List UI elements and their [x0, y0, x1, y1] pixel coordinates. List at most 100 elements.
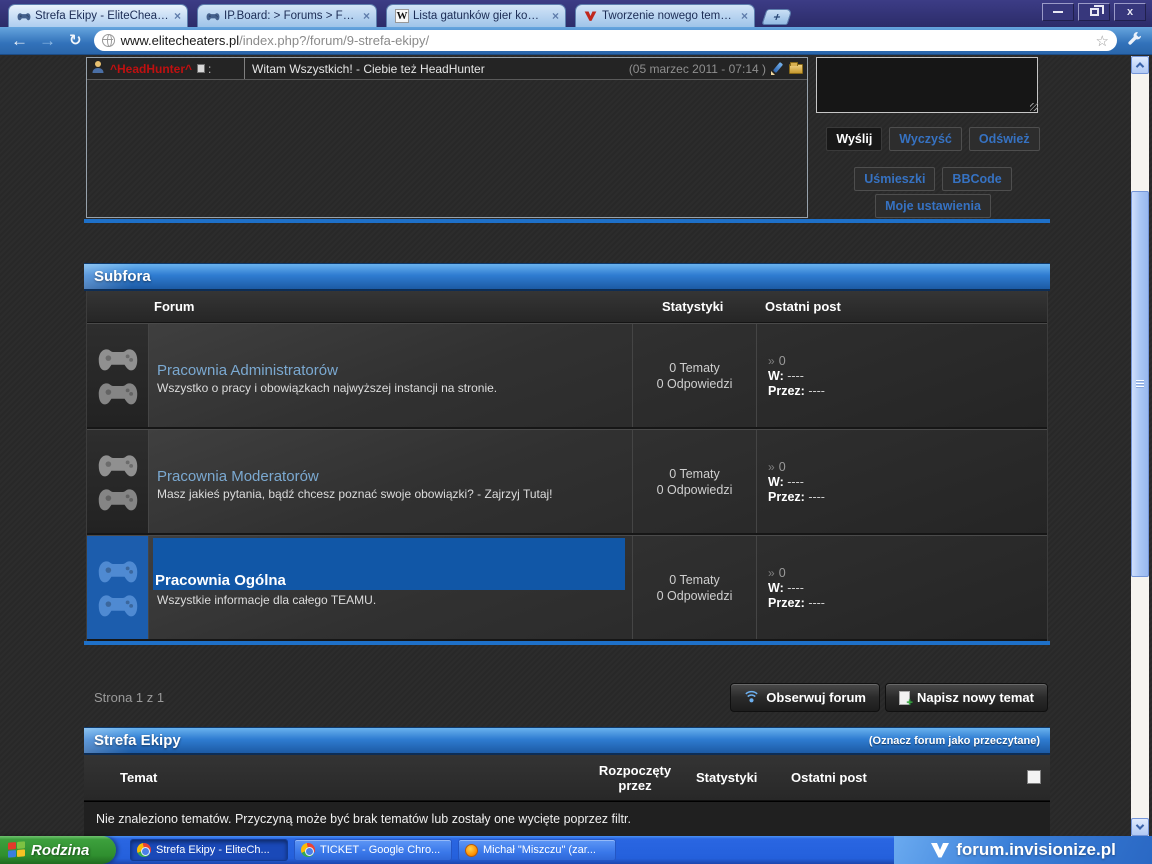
forum-lastpost-cell: »0 W: ---- Przez: ----: [757, 430, 1047, 533]
last-post-count: 0: [779, 354, 786, 368]
forum-icon-cell: [87, 430, 149, 533]
selection-highlight: Pracownia Ogólna: [153, 538, 625, 590]
bookmark-star-icon[interactable]: ☆: [1096, 32, 1109, 50]
shoutbox-panel: Wyślij Wyczyść Odśwież Uśmieszki BBCode …: [816, 56, 1050, 218]
topics-count: 0 Tematy: [669, 466, 720, 482]
my-settings-button[interactable]: Moje ustawienia: [875, 194, 991, 218]
window-controls: x: [1042, 3, 1146, 21]
shout-author-link[interactable]: ^HeadHunter^: [110, 62, 192, 76]
tab-close-icon[interactable]: ×: [174, 11, 181, 21]
new-page-icon: [899, 691, 910, 705]
forum-description: Wszystkie informacje dla całego TEAMU.: [157, 593, 622, 607]
smilies-button[interactable]: Uśmieszki: [854, 167, 935, 191]
forward-button[interactable]: →: [39, 31, 56, 51]
back-button[interactable]: ←: [11, 31, 28, 51]
scrollbar-thumb[interactable]: [1131, 191, 1149, 577]
chevron-up-icon: [1136, 62, 1144, 70]
chrome-icon: [301, 843, 315, 857]
page-scrollbar[interactable]: [1131, 56, 1149, 836]
forum-description: Wszystko o pracy i obowiązkach najwyższe…: [157, 381, 622, 395]
tab-title: Strefa Ekipy - EliteCheater...: [35, 10, 170, 22]
member-icon: [91, 60, 105, 77]
reload-button[interactable]: ↻: [69, 31, 82, 51]
in-label: W:: [768, 475, 784, 489]
watch-forum-button[interactable]: Obserwuj forum: [730, 683, 880, 712]
wrench-menu-icon[interactable]: [1127, 31, 1142, 51]
bbcode-button[interactable]: BBCode: [942, 167, 1011, 191]
new-topic-button[interactable]: Napisz nowy temat: [885, 683, 1048, 712]
forum-link[interactable]: Pracownia Administratorów: [157, 362, 622, 379]
shoutbox-list: ^HeadHunter^ : Witam Wszystkich! - Ciebi…: [86, 57, 808, 218]
archive-folder-icon[interactable]: [789, 64, 803, 74]
send-shout-button[interactable]: Wyślij: [826, 127, 882, 151]
column-topic: Temat: [120, 770, 157, 785]
forum-icon-cell: [87, 324, 149, 427]
column-stats: Statystyki: [662, 299, 723, 314]
section-divider: [84, 641, 1050, 645]
forum-lastpost-cell: »0 W: ---- Przez: ----: [757, 324, 1047, 427]
forum-row-moderatorzy[interactable]: Pracownia Moderatorów Masz jakieś pytani…: [87, 429, 1047, 535]
scroll-down-button[interactable]: [1131, 818, 1149, 836]
scroll-up-button[interactable]: [1131, 56, 1149, 74]
forum-main-cell: Pracownia Administratorów Wszystko o pra…: [149, 324, 632, 427]
shout-row: ^HeadHunter^ : Witam Wszystkich! - Ciebi…: [87, 58, 807, 80]
double-arrow-icon: »: [768, 460, 775, 474]
invisionize-watermark[interactable]: forum.invisionize.pl: [894, 836, 1152, 864]
tab-close-icon[interactable]: ×: [741, 11, 748, 21]
radar-icon: [744, 690, 759, 705]
gamepad-favicon-icon: [17, 9, 31, 23]
globe-icon: [102, 34, 115, 47]
start-button[interactable]: Rodzina: [0, 836, 116, 864]
in-value: ----: [787, 369, 804, 383]
forum-row-ogolna[interactable]: Pracownia Ogólna Wszystkie informacje dl…: [87, 535, 1047, 641]
gamepad-icon: [97, 378, 139, 408]
tab-close-icon[interactable]: ×: [363, 11, 370, 21]
taskbar-item-ticket[interactable]: TICKET - Google Chro...: [294, 839, 452, 861]
taskbar: Rodzina Strefa Ekipy - EliteCh... TICKET…: [0, 836, 1152, 864]
url-path: /index.php?/forum/9-strefa-ekipy/: [239, 33, 429, 48]
invision-logo-icon: [930, 842, 950, 858]
forum-link[interactable]: Pracownia Ogólna: [155, 572, 286, 589]
forum-row-administratorzy[interactable]: Pracownia Administratorów Wszystko o pra…: [87, 323, 1047, 429]
tab-wikipedia[interactable]: W Lista gatunków gier komput... ×: [386, 4, 566, 27]
taskbar-item-strefa-ekipy[interactable]: Strefa Ekipy - EliteCh...: [130, 839, 288, 861]
shout-input[interactable]: [816, 57, 1038, 113]
topics-section: Strefa Ekipy (Oznacz forum jako przeczyt…: [84, 727, 1050, 836]
gamepad-icon: [97, 484, 139, 514]
textarea-resize-grip[interactable]: [1030, 103, 1038, 111]
shout-message: Witam Wszystkich! - Ciebie też HeadHunte…: [245, 62, 629, 76]
url-host: www.elitecheaters.pl: [121, 33, 240, 48]
gamepad-icon: [97, 556, 139, 586]
forum-stats-cell: 0 Tematy 0 Odpowiedzi: [632, 430, 757, 533]
address-bar[interactable]: www.elitecheaters.pl/index.php?/forum/9-…: [94, 30, 1117, 51]
clear-shout-button[interactable]: Wyczyść: [889, 127, 962, 151]
tab-strefa-ekipy[interactable]: Strefa Ekipy - EliteCheater... ×: [8, 4, 188, 27]
tab-new-topic[interactable]: Tworzenie nowego tematu ... ×: [575, 4, 755, 27]
forum-link[interactable]: Pracownia Moderatorów: [157, 468, 622, 485]
forum-main-cell: Pracownia Ogólna Wszystkie informacje dl…: [149, 536, 632, 639]
edit-shout-icon[interactable]: [771, 62, 784, 75]
gamepad-icon: [97, 590, 139, 620]
close-button[interactable]: x: [1114, 3, 1146, 21]
chevron-down-icon: [1136, 821, 1144, 829]
forum-lastpost-cell: »0 W: ---- Przez: ----: [757, 536, 1047, 639]
permalink-icon[interactable]: [197, 64, 205, 73]
refresh-shout-button[interactable]: Odśwież: [969, 127, 1040, 151]
in-label: W:: [768, 369, 784, 383]
new-topic-label: Napisz nowy temat: [917, 690, 1034, 705]
restore-button[interactable]: [1078, 3, 1110, 21]
tab-ipboard[interactable]: IP.Board: > Forums > Foru... ×: [197, 4, 377, 27]
page-indicator: Strona 1 z 1: [94, 690, 164, 705]
replies-count: 0 Odpowiedzi: [657, 588, 733, 604]
minimize-button[interactable]: [1042, 3, 1074, 21]
new-tab-button[interactable]: +: [761, 9, 792, 25]
by-label: Przez:: [768, 490, 805, 504]
watermark-label: forum.invisionize.pl: [956, 840, 1116, 860]
double-arrow-icon: »: [768, 354, 775, 368]
taskbar-item-label: TICKET - Google Chro...: [320, 844, 440, 856]
taskbar-item-michal[interactable]: Michał "Miszczu" (zar...: [458, 839, 616, 861]
mark-forum-read-link[interactable]: (Oznacz forum jako przeczytane): [869, 735, 1040, 747]
topics-table-header: Temat Rozpoczęty przez Statystyki Ostatn…: [84, 755, 1050, 801]
select-all-checkbox[interactable]: [1027, 770, 1041, 784]
tab-close-icon[interactable]: ×: [552, 11, 559, 21]
